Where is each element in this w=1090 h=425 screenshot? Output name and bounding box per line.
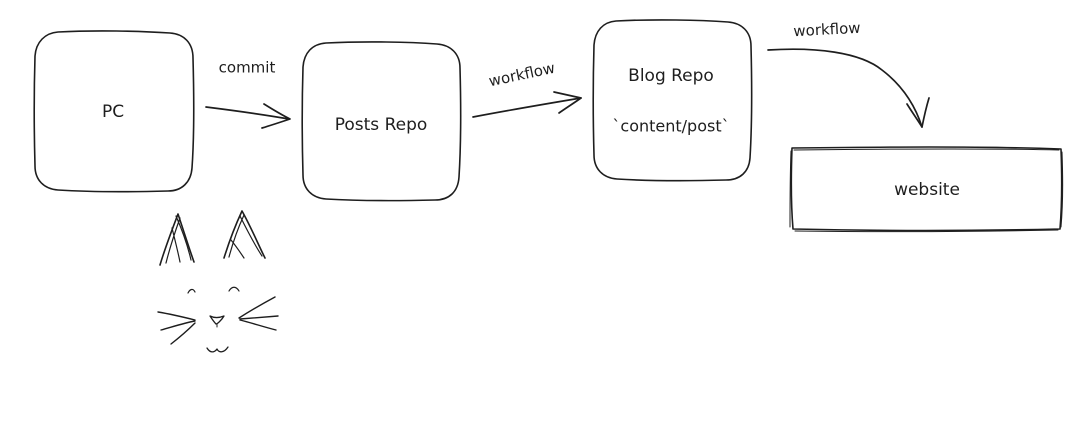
cat-face-doodle-icon: [157, 210, 279, 353]
cat-right-whisker-2: [239, 315, 279, 320]
node-pc-label: PC: [102, 102, 124, 122]
edge-posts-to-blog-label: workflow: [487, 59, 556, 91]
cat-left-whisker-1: [157, 311, 196, 321]
edge-blog-to-website-label: workflow: [793, 19, 861, 40]
edge-pc-to-posts-line: [205, 106, 290, 120]
node-blog-repo-label: Blog Repo: [628, 66, 714, 86]
cat-left-eye: [187, 288, 196, 294]
edge-blog-to-website-line: [767, 48, 923, 128]
edge-pc-to-posts: commit: [205, 59, 291, 129]
cat-left-ear: [159, 213, 195, 266]
node-posts-repo: Posts Repo: [301, 41, 462, 202]
node-blog-repo-path: `content/post`: [612, 117, 729, 136]
cat-mouth: [206, 346, 229, 353]
node-website: website: [789, 146, 1064, 233]
node-blog-repo: Blog Repo `content/post`: [592, 19, 753, 182]
cat-right-whisker-1: [238, 296, 276, 319]
edge-blog-to-website: workflow: [767, 19, 930, 128]
workflow-diagram: PC Posts Repo Blog Repo `content/post` w…: [33, 19, 1064, 353]
edge-posts-to-blog: workflow: [472, 59, 582, 118]
cat-nose: [209, 315, 225, 325]
edge-posts-to-blog-line: [472, 97, 582, 118]
node-blog-repo-box: [592, 19, 753, 182]
node-pc: PC: [33, 30, 195, 193]
cat-left-ear-sketch: [165, 215, 192, 264]
node-posts-repo-label: Posts Repo: [335, 115, 428, 135]
cat-right-eye: [228, 286, 240, 292]
cat-right-ear-sketch: [228, 214, 263, 259]
node-website-label: website: [894, 180, 960, 200]
cat-right-whisker-3: [239, 319, 277, 331]
edge-pc-to-posts-label: commit: [219, 59, 276, 77]
